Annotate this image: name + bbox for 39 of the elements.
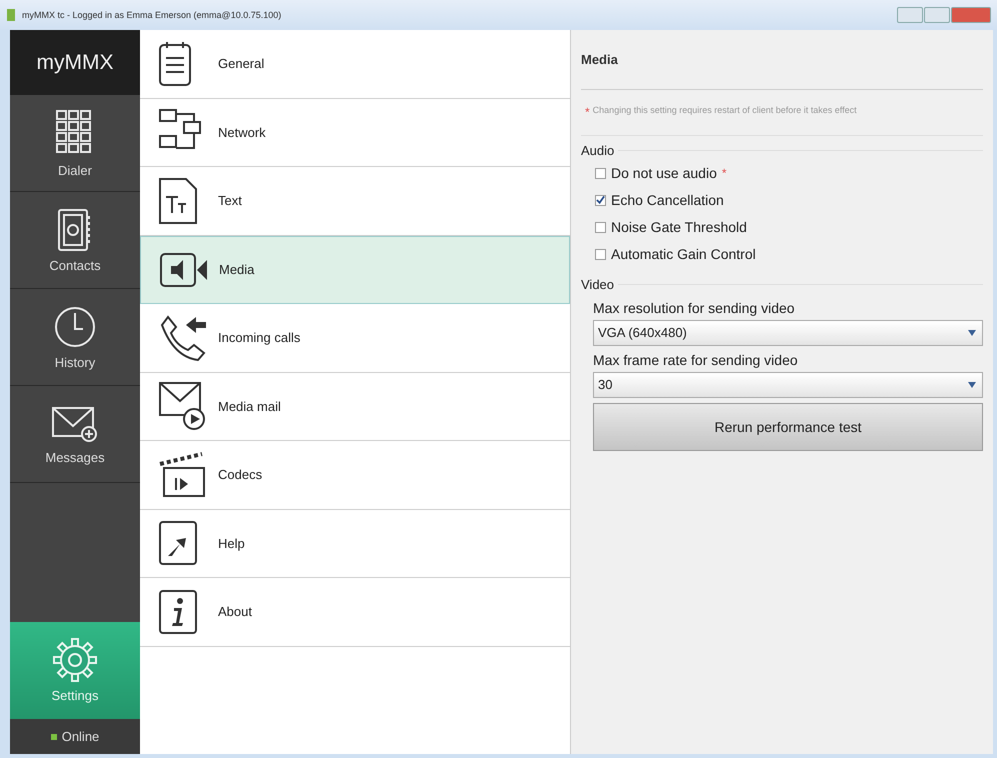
group-heading: Audio: [581, 143, 614, 158]
clapperboard-icon: [158, 452, 208, 498]
clock-icon: [53, 304, 97, 348]
dropdown-arrow-icon: [968, 382, 976, 388]
field-label: Max frame rate for sending video: [592, 350, 799, 370]
checkbox[interactable]: [595, 194, 606, 206]
info-icon: [158, 588, 198, 635]
maximize-button[interactable]: [924, 7, 950, 23]
dropdown[interactable]: VGA (640x480): [593, 320, 983, 346]
menu-item[interactable]: Media: [140, 236, 570, 304]
window-title: myMMX tc - Logged in as Emma Emerson (emma@10.0.75.100): [22, 10, 282, 20]
document-icon: [158, 176, 198, 225]
gear-icon: [53, 638, 97, 682]
checkbox[interactable]: [595, 168, 606, 179]
dropdown-arrow-icon: [968, 330, 976, 336]
app-logo: myMMX: [10, 30, 140, 95]
app-icon: [6, 8, 16, 22]
close-button[interactable]: [951, 7, 991, 23]
list-icon: [158, 40, 192, 87]
mail-play-icon: [158, 381, 208, 432]
restart-notice: Changing this setting requires restart of client before it takes effect: [592, 104, 857, 117]
phone-icon: [158, 312, 208, 363]
option-label: Automatic Gain Control: [611, 246, 756, 262]
checkbox[interactable]: [595, 222, 606, 233]
required-mark: *: [722, 166, 727, 180]
option-label: Noise Gate Threshold: [611, 219, 747, 236]
minimize-button[interactable]: [897, 7, 923, 23]
group-heading: Video: [581, 277, 614, 292]
checkmark-icon: [596, 195, 605, 206]
checkbox[interactable]: [595, 248, 606, 260]
field-label: Max resolution for sending video: [592, 298, 796, 318]
panel-title: Media: [581, 30, 983, 90]
rerun-button[interactable]: Rerun performance test: [593, 402, 983, 451]
option-label: Do not use audio: [611, 165, 717, 182]
required-mark: *: [585, 104, 590, 121]
address-book-icon: [57, 208, 93, 252]
dropdown[interactable]: 30: [593, 372, 983, 398]
option-label: Echo Cancellation: [611, 192, 724, 208]
status-text: Online: [62, 729, 100, 744]
